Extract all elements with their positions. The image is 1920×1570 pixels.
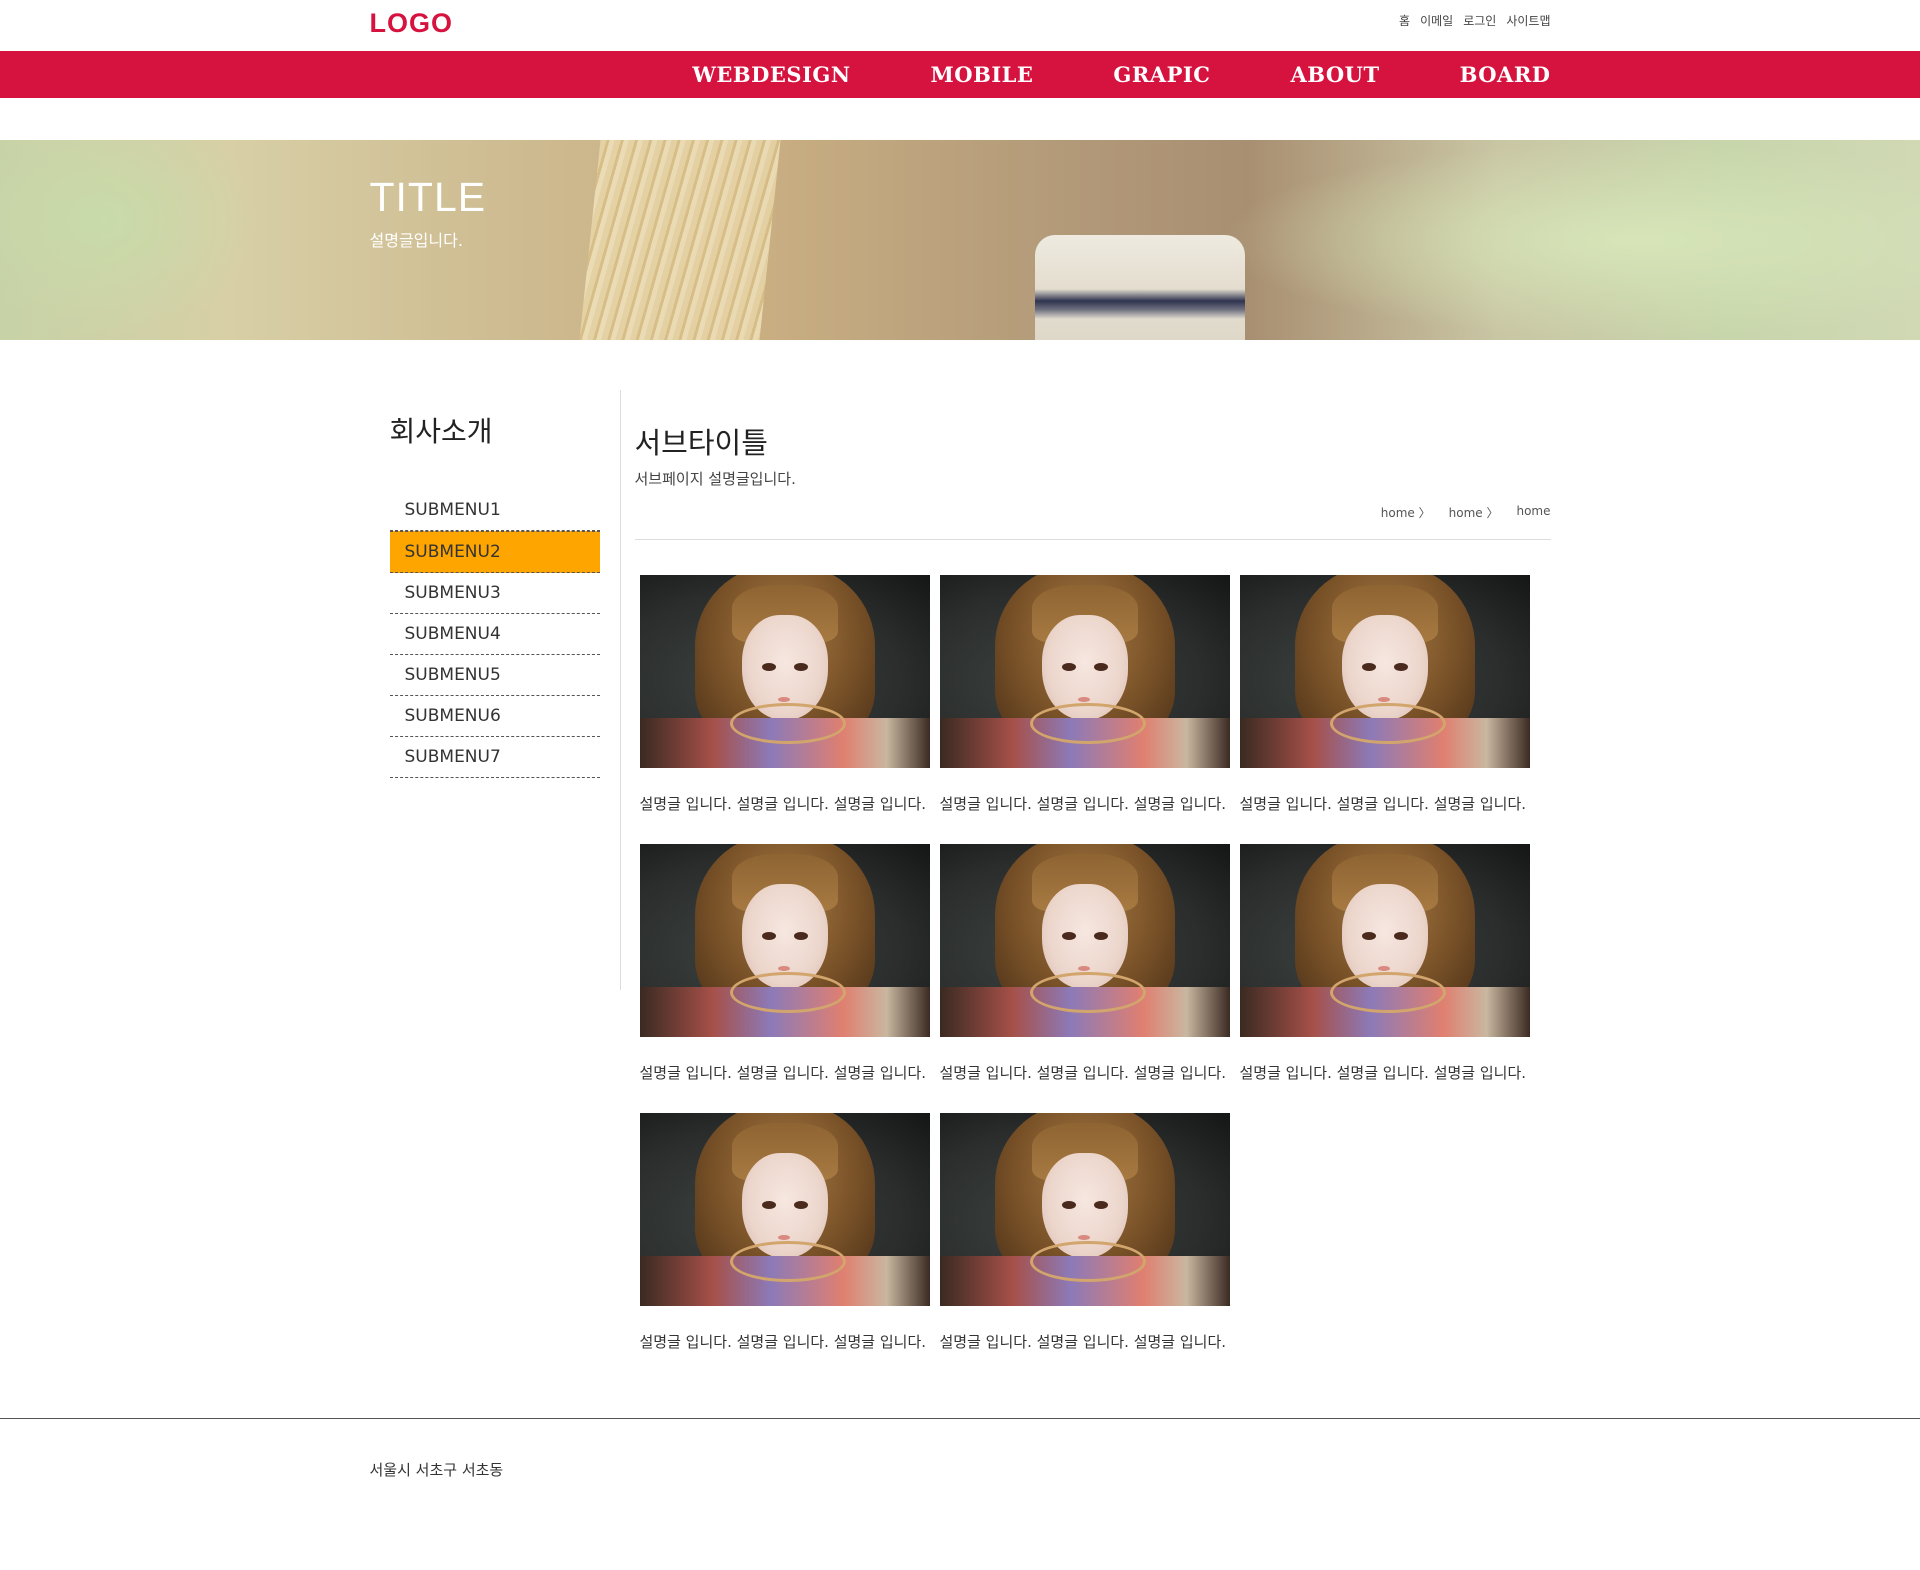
util-link-login[interactable]: 로그인 xyxy=(1463,12,1496,29)
photo-detail xyxy=(1361,932,1376,940)
main-column: 서브타이틀 서브페이지 설명글입니다. home 〉 home 〉 home 설… xyxy=(634,390,1551,1351)
logo[interactable]: LOGO xyxy=(370,8,454,39)
side-menu: 회사소개 SUBMENU1 SUBMENU2 SUBMENU3 SUBMENU4… xyxy=(389,390,600,778)
breadcrumb-link[interactable]: home xyxy=(1516,504,1550,521)
gallery-caption: 설명글 입니다. 설명글 입니다. 설명글 입니다. xyxy=(939,795,1227,813)
photo-detail xyxy=(1077,697,1090,702)
gallery-item[interactable]: 설명글 입니다. 설명글 입니다. 설명글 입니다. xyxy=(939,844,1230,1083)
gallery-photo[interactable] xyxy=(639,1113,930,1306)
banner-cup xyxy=(1035,235,1245,340)
photo-detail xyxy=(1029,1241,1146,1282)
banner-text: TITLE 설명글입니다. xyxy=(370,174,487,251)
sub-title: 서브타이틀 xyxy=(634,426,768,460)
footer-address: 서울시 서초구 서초동 xyxy=(369,1461,504,1479)
hero-banner: TITLE 설명글입니다. xyxy=(0,140,1920,340)
photo-detail xyxy=(1093,1201,1108,1209)
gallery-caption: 설명글 입니다. 설명글 입니다. 설명글 입니다. xyxy=(939,1333,1227,1351)
gallery-item[interactable]: 설명글 입니다. 설명글 입니다. 설명글 입니다. xyxy=(1239,575,1530,814)
gallery-caption: 설명글 입니다. 설명글 입니다. 설명글 입니다. xyxy=(1239,1064,1527,1082)
util-link-email[interactable]: 이메일 xyxy=(1420,12,1453,29)
util-link-sitemap[interactable]: 사이트맵 xyxy=(1506,12,1550,29)
photo-detail xyxy=(1077,966,1090,971)
breadcrumb-divider xyxy=(634,539,1551,540)
breadcrumb-link[interactable]: home 〉 xyxy=(1449,504,1499,521)
gallery-item[interactable]: 설명글 입니다. 설명글 입니다. 설명글 입니다. xyxy=(639,575,930,814)
photo-detail xyxy=(729,972,846,1013)
photo-detail xyxy=(1361,663,1376,671)
banner-title: TITLE xyxy=(369,174,487,220)
utility-links: 홈 이메일 로그인 사이트맵 xyxy=(1399,12,1550,29)
photo-detail xyxy=(777,1235,790,1240)
photo-detail xyxy=(793,932,808,940)
submenu-item[interactable]: SUBMENU7 xyxy=(389,737,600,778)
photo-detail xyxy=(793,663,808,671)
top-bar: LOGO 홈 이메일 로그인 사이트맵 xyxy=(0,0,1920,51)
nav-item-grapic[interactable]: GRAPIC xyxy=(1113,51,1210,98)
gallery-photo[interactable] xyxy=(939,844,1230,1037)
submenu-item[interactable]: SUBMENU4 xyxy=(389,614,600,655)
photo-detail xyxy=(1029,703,1146,744)
gallery-photo[interactable] xyxy=(639,844,930,1037)
gallery-caption: 설명글 입니다. 설명글 입니다. 설명글 입니다. xyxy=(639,1333,927,1351)
submenu-item[interactable]: SUBMENU6 xyxy=(389,696,600,737)
nav-item-board[interactable]: BOARD xyxy=(1460,51,1551,98)
photo-detail xyxy=(729,1241,846,1282)
photo-detail xyxy=(729,703,846,744)
gallery-item[interactable]: 설명글 입니다. 설명글 입니다. 설명글 입니다. xyxy=(1239,844,1530,1083)
photo-detail xyxy=(1093,663,1108,671)
nav-item-mobile[interactable]: MOBILE xyxy=(931,51,1034,98)
breadcrumb-link[interactable]: home 〉 xyxy=(1381,504,1431,521)
photo-detail xyxy=(1377,697,1390,702)
photo-detail xyxy=(1393,932,1408,940)
util-link-home[interactable]: 홈 xyxy=(1399,12,1410,29)
banner-foliage-right xyxy=(1220,140,1920,340)
submenu-item-active[interactable]: SUBMENU2 xyxy=(389,531,600,573)
gallery-caption: 설명글 입니다. 설명글 입니다. 설명글 입니다. xyxy=(639,1064,927,1082)
gallery-caption: 설명글 입니다. 설명글 입니다. 설명글 입니다. xyxy=(639,795,927,813)
submenu-item[interactable]: SUBMENU1 xyxy=(389,490,600,531)
gallery-item[interactable]: 설명글 입니다. 설명글 입니다. 설명글 입니다. xyxy=(639,844,930,1083)
gallery-photo[interactable] xyxy=(639,575,930,768)
gallery-photo[interactable] xyxy=(1239,575,1530,768)
photo-detail xyxy=(777,697,790,702)
photo-detail xyxy=(1061,663,1076,671)
gallery-caption: 설명글 입니다. 설명글 입니다. 설명글 입니다. xyxy=(1239,795,1527,813)
nav-item-webdesign[interactable]: WEBDESIGN xyxy=(692,51,850,98)
photo-detail xyxy=(1077,1235,1090,1240)
banner-noodles xyxy=(579,140,781,340)
photo-detail xyxy=(761,932,776,940)
photo-detail xyxy=(1329,972,1446,1013)
main-nav: WEBDESIGN MOBILE GRAPIC ABOUT BOARD xyxy=(0,51,1920,98)
photo-detail xyxy=(1061,932,1076,940)
gallery-caption: 설명글 입니다. 설명글 입니다. 설명글 입니다. xyxy=(939,1064,1227,1082)
gallery-photo[interactable] xyxy=(939,1113,1230,1306)
photo-detail xyxy=(1029,972,1146,1013)
banner-description: 설명글입니다. xyxy=(369,231,463,250)
side-menu-title: 회사소개 xyxy=(389,415,493,448)
breadcrumb: home 〉 home 〉 home xyxy=(1381,504,1551,521)
gallery-item[interactable]: 설명글 입니다. 설명글 입니다. 설명글 입니다. xyxy=(939,575,1230,814)
photo-detail xyxy=(761,1201,776,1209)
gallery-photo[interactable] xyxy=(939,575,1230,768)
column-divider xyxy=(619,390,621,990)
photo-detail xyxy=(761,663,776,671)
banner-foliage-left xyxy=(0,140,260,340)
submenu-item[interactable]: SUBMENU3 xyxy=(389,573,600,614)
photo-detail xyxy=(1393,663,1408,671)
footer: 서울시 서초구 서초동 xyxy=(0,1418,1920,1570)
photo-detail xyxy=(1329,703,1446,744)
submenu-item[interactable]: SUBMENU5 xyxy=(389,655,600,696)
photo-detail xyxy=(1377,966,1390,971)
photo-detail xyxy=(1061,1201,1076,1209)
nav-item-about[interactable]: ABOUT xyxy=(1290,51,1379,98)
photo-detail xyxy=(793,1201,808,1209)
photo-detail xyxy=(777,966,790,971)
gallery-photo[interactable] xyxy=(1239,844,1530,1037)
sub-description: 서브페이지 설명글입니다. xyxy=(634,470,796,488)
gallery-item[interactable]: 설명글 입니다. 설명글 입니다. 설명글 입니다. xyxy=(639,1113,930,1352)
photo-detail xyxy=(1093,932,1108,940)
gallery-item[interactable]: 설명글 입니다. 설명글 입니다. 설명글 입니다. xyxy=(939,1113,1230,1352)
